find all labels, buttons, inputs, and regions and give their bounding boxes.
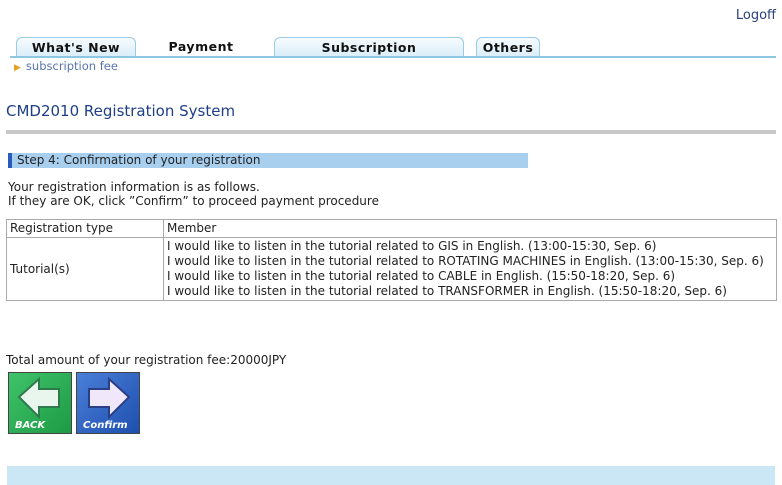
- tab-others[interactable]: Others: [476, 37, 540, 56]
- tutorial-item: I would like to listen in the tutorial r…: [167, 239, 657, 253]
- info-text: Your registration information is as foll…: [8, 180, 379, 208]
- tutorial-item: I would like to listen in the tutorial r…: [167, 254, 764, 268]
- tutorial-item: I would like to listen in the tutorial r…: [167, 284, 727, 298]
- page-title: CMD2010 Registration System: [6, 102, 236, 120]
- table-row: Tutorial(s) I would like to listen in th…: [6, 237, 777, 301]
- tutorial-item: I would like to listen in the tutorial r…: [167, 269, 676, 283]
- main-tab-bar: What's New Payment Subscription Others: [10, 37, 776, 58]
- subnav-link-subscription-fee[interactable]: subscription fee: [26, 59, 118, 73]
- registration-type-label: Registration type: [6, 219, 164, 238]
- step-header: Step 4: Confirmation of your registratio…: [8, 153, 528, 168]
- tab-whats-new[interactable]: What's New: [16, 37, 136, 56]
- back-button-label: BACK: [15, 420, 46, 431]
- subnav: ▶ subscription fee: [14, 59, 118, 73]
- title-divider: [6, 130, 776, 134]
- triangle-right-icon: ▶: [14, 63, 21, 73]
- tab-subscription[interactable]: Subscription: [274, 37, 464, 56]
- info-line-2: If they are OK, click ”Confirm” to proce…: [8, 194, 379, 208]
- tutorials-value: I would like to listen in the tutorial r…: [163, 237, 777, 301]
- total-fee: Total amount of your registration fee:20…: [6, 353, 287, 367]
- back-button[interactable]: BACK: [8, 372, 72, 434]
- logoff-link[interactable]: Logoff: [736, 8, 776, 23]
- confirm-button[interactable]: Confirm: [76, 372, 140, 434]
- registration-type-value: Member: [163, 219, 777, 238]
- info-line-1: Your registration information is as foll…: [8, 180, 260, 194]
- confirm-button-label: Confirm: [83, 420, 128, 431]
- tab-underline: [10, 56, 776, 58]
- tab-payment[interactable]: Payment: [156, 37, 246, 56]
- registration-table: Registration type Member Tutorial(s) I w…: [6, 219, 777, 301]
- footer-bar: [7, 466, 775, 485]
- table-row: Registration type Member: [6, 219, 777, 238]
- tutorials-label: Tutorial(s): [6, 237, 164, 301]
